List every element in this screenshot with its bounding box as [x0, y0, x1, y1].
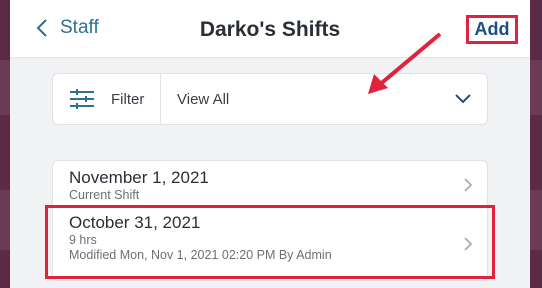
shift-date: November 1, 2021 — [69, 168, 209, 187]
filter-button[interactable]: Filter — [53, 74, 161, 124]
shifts-modal: Staff Darko's Shifts Add Filter View All — [10, 0, 530, 288]
navigation-bar: Staff Darko's Shifts Add — [10, 0, 530, 58]
view-select-value: View All — [177, 90, 230, 108]
shift-list: November 1, 2021 Current Shift October 3… — [52, 160, 488, 281]
background-app-right — [530, 60, 542, 115]
shift-row[interactable]: October 31, 2021 9 hrs Modified Mon, Nov… — [53, 206, 487, 280]
background-app-right-2 — [530, 190, 542, 250]
add-button[interactable]: Add — [466, 15, 518, 44]
view-select[interactable]: View All — [161, 74, 487, 124]
sliders-icon — [70, 89, 94, 109]
chevron-right-icon — [464, 237, 473, 251]
filter-bar: Filter View All — [52, 73, 488, 125]
shift-status: Current Shift — [69, 188, 140, 202]
page-title: Darko's Shifts — [199, 18, 341, 41]
background-app-left — [0, 60, 10, 115]
shift-row[interactable]: November 1, 2021 Current Shift — [53, 161, 487, 206]
filter-label: Filter — [111, 90, 145, 108]
shift-date: October 31, 2021 — [69, 213, 201, 232]
chevron-down-icon — [455, 94, 471, 104]
background-app-left-2 — [0, 190, 10, 250]
chevron-right-icon — [464, 178, 473, 192]
shift-hours: 9 hrs — [69, 233, 97, 247]
shift-modified: Modified Mon, Nov 1, 2021 02:20 PM By Ad… — [69, 248, 332, 262]
